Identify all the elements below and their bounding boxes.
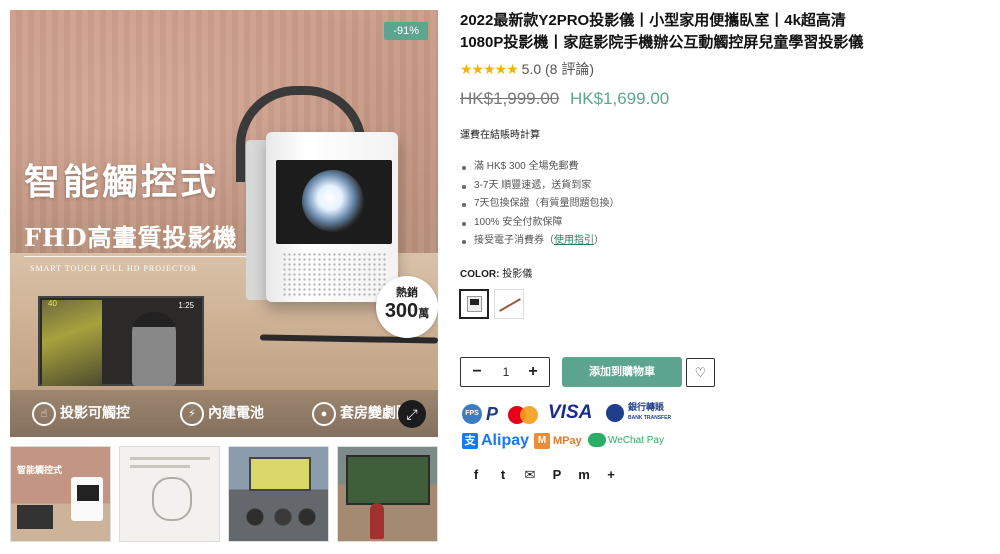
swatch-projector-lens (470, 299, 479, 305)
touch-icon: ☝ (32, 402, 56, 426)
thumbnail-lens (77, 485, 99, 501)
voucher-text-end: ） (594, 235, 604, 246)
thumbnail-text-line (130, 465, 190, 468)
bank-transfer-logo: 銀行轉賬 BANK TRANSFER (628, 402, 671, 422)
alipay-icon: 支 (462, 432, 478, 449)
hot-sale-number: 300 (384, 300, 419, 322)
expand-icon: ⤢ (406, 406, 418, 422)
price-block: HK$1,999.00 HK$1,699.00 (460, 89, 669, 109)
wechat-pay-label: WeChat Pay (608, 435, 664, 446)
thumbnail-child (370, 503, 384, 539)
promo-title: 智能觸控式 (24, 161, 220, 203)
rating[interactable]: ★★★★★ 5.0 (8 評論) (460, 59, 594, 79)
alipay-label: Alipay (481, 432, 530, 449)
twitter-icon[interactable]: t (495, 467, 511, 482)
thumbnail-screen (17, 505, 53, 529)
camera-icon: ● (312, 402, 336, 426)
inset-demo-screen: 40 1:25 (38, 296, 204, 386)
discount-badge: -91% (384, 22, 428, 40)
shipping-note: 運費在結賬時計算 (460, 130, 540, 141)
usage-guide-link[interactable]: 使用指引 (554, 235, 594, 246)
add-to-cart-button[interactable]: 添加到購物車 (562, 357, 682, 387)
inset-person (132, 312, 176, 386)
quantity-stepper: − 1 + (460, 357, 550, 387)
alipay-logo: 支 Alipay (462, 431, 529, 451)
wishlist-button[interactable]: ♡ (686, 358, 715, 387)
paypal-logo: P (486, 404, 499, 424)
pinterest-icon[interactable]: P (549, 467, 565, 482)
promo-subtitle: FHD高畫質投影機 (24, 223, 238, 252)
wechat-pay-logo: WeChat Pay (588, 431, 664, 451)
inset-time: 1:25 (178, 301, 194, 310)
voucher-text: 接受電子消費券（ (474, 235, 554, 246)
email-icon[interactable]: ✉ (522, 467, 538, 483)
product-title: 2022最新款Y2PRO投影儀丨小型家用便攜臥室丨4k超高清1080P投影機丨家… (460, 12, 864, 51)
payment-methods: FPS P VISA 銀行轉賬 BANK TRANSFER 支 Alipay M MP… (460, 402, 700, 452)
visa-logo: VISA (548, 402, 593, 423)
battery-icon: ⚡ (180, 402, 204, 426)
thumbnail-1[interactable]: 智能觸控式 (10, 446, 111, 542)
main-product-image[interactable]: -91% 智能觸控式 FHD高畫質投影機 SMART TOUCH FULL HD… (10, 10, 438, 437)
facebook-icon[interactable]: f (468, 467, 484, 482)
benefit-item-voucher: 接受電子消費券（使用指引） (460, 232, 620, 251)
color-label-key: COLOR: (460, 269, 500, 280)
hot-sale-unit: 萬 (418, 308, 430, 320)
thumbnail-screen (249, 457, 311, 491)
color-swatch-pen[interactable] (494, 289, 524, 319)
promo-english: SMART TOUCH FULL HD PROJECTOR (30, 264, 198, 273)
hot-sale-label: 熱銷 (396, 287, 418, 299)
review-count[interactable]: (8 評論) (545, 61, 594, 77)
more-share-icon[interactable]: + (603, 467, 619, 482)
feature-touch: ☝ 投影可觸控 (32, 402, 130, 426)
quantity-value[interactable]: 1 (491, 358, 521, 386)
bank-transfer-label: 銀行轉賬 (628, 402, 665, 412)
share-buttons: f t ✉ Pm + (468, 466, 630, 486)
mpay-label: MPay (553, 435, 582, 447)
thumbnail-game-screen (346, 455, 430, 505)
feature-battery: ⚡ 內建電池 (180, 402, 264, 426)
star-rating-icon: ★★★★★ (460, 61, 519, 77)
mastercard-logo (508, 406, 542, 424)
feature-theater: ● 套房變劇院 (312, 402, 410, 426)
thumbnail-4[interactable] (337, 446, 438, 542)
hot-sale-badge: 熱銷 300萬 (376, 276, 438, 338)
thumbnail-2[interactable] (119, 446, 220, 542)
feature-battery-label: 內建電池 (208, 404, 264, 421)
heart-icon: ♡ (694, 365, 707, 380)
benefit-item: 3-7天 順豐速遞，送貨到家 (460, 177, 620, 196)
thumbnail-3[interactable] (228, 446, 329, 542)
color-label-value: 投影儀 (502, 269, 533, 280)
mpay-icon: M (534, 433, 550, 450)
thumbnail-strip: 智能觸控式 (10, 446, 438, 542)
projector-lens (302, 170, 364, 232)
benefit-item: 滿 HK$ 300 全場免郵費 (460, 158, 620, 177)
color-swatch-projector[interactable] (459, 289, 489, 319)
projector-grille (282, 252, 386, 296)
benefits-list: 滿 HK$ 300 全場免郵費 3-7天 順豐速遞，送貨到家 7天包換保證（有質… (460, 158, 620, 251)
quantity-decrease-button[interactable]: − (463, 358, 491, 386)
inset-temperature: 40 (48, 299, 57, 308)
benefit-item: 7天包換保證（有質量問題包換） (460, 195, 620, 214)
sale-price: HK$1,699.00 (569, 89, 670, 108)
fps-logo: FPS (462, 404, 482, 424)
wechat-icon (588, 433, 606, 448)
feature-touch-label: 投影可觸控 (60, 404, 130, 421)
benefit-item: 100% 安全付款保障 (460, 214, 620, 233)
quantity-increase-button[interactable]: + (519, 358, 547, 386)
inset-projection (42, 300, 102, 386)
original-price: HK$1,999.00 (460, 89, 560, 108)
zoom-button[interactable]: ⤢ (398, 400, 426, 428)
promo-divider (24, 256, 246, 257)
color-option-label: COLOR: 投影儀 (460, 265, 532, 280)
messenger-icon[interactable]: m (576, 467, 592, 482)
bank-icon (606, 404, 624, 422)
rating-value: 5.0 (521, 61, 542, 77)
mpay-logo: M MPay (534, 431, 582, 451)
swatch-pen-image (499, 298, 521, 312)
thumbnail-caption: 智能觸控式 (17, 466, 63, 476)
thumbnail-audience (239, 505, 319, 535)
thumbnail-text-line (130, 457, 210, 460)
bank-transfer-label-en: BANK TRANSFER (628, 415, 672, 421)
thumbnail-doodle (152, 477, 192, 521)
